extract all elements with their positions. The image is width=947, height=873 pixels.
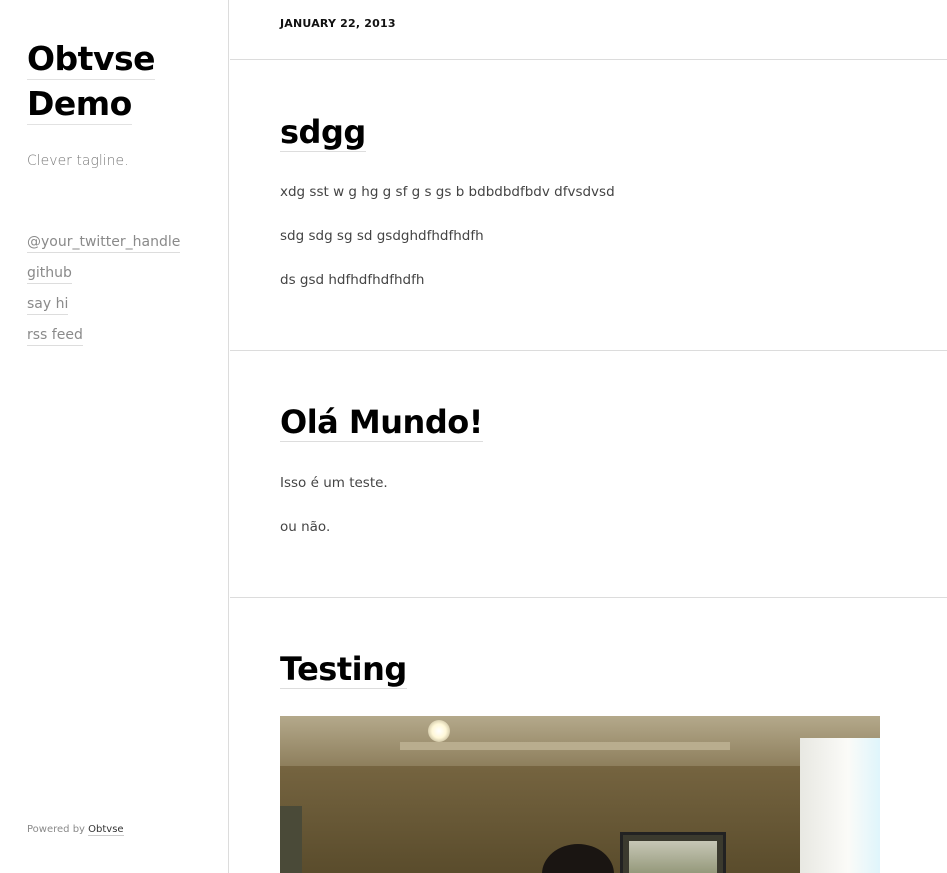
post-paragraph: Isso é um teste. bbox=[280, 475, 388, 491]
post-date: JANUARY 22, 2013 bbox=[280, 17, 396, 30]
sidebar-link-item: github bbox=[27, 262, 180, 293]
post-divider bbox=[230, 597, 947, 598]
photo-right-wall bbox=[800, 738, 880, 873]
post-title[interactable]: Olá Mundo! bbox=[280, 402, 483, 442]
site-tagline: Clever tagline. bbox=[27, 153, 129, 169]
post-photo bbox=[280, 716, 880, 873]
rss-feed-link[interactable]: rss feed bbox=[27, 327, 83, 346]
post-title[interactable]: Testing bbox=[280, 649, 407, 689]
photo-left-door bbox=[280, 806, 302, 873]
post-divider bbox=[230, 350, 947, 351]
page: Obtvse Demo Clever tagline. @your_twitte… bbox=[0, 0, 947, 873]
photo-beam bbox=[400, 742, 730, 750]
sidebar-link-item: say hi bbox=[27, 293, 180, 324]
sidebar-link-item: @your_twitter_handle bbox=[27, 231, 181, 262]
post-paragraph: ou não. bbox=[280, 519, 331, 535]
site-title[interactable]: Obtvse Demo bbox=[27, 36, 217, 126]
obtvse-link[interactable]: Obtvse bbox=[88, 824, 124, 836]
post-title[interactable]: sdgg bbox=[280, 112, 366, 152]
sidebar: Obtvse Demo Clever tagline. @your_twitte… bbox=[0, 0, 229, 873]
post-paragraph: ds gsd hdfhdfhdfhdfh bbox=[280, 272, 425, 288]
github-link[interactable]: github bbox=[27, 265, 72, 284]
photo-lamp bbox=[428, 720, 450, 742]
powered-by-label: Powered by bbox=[27, 824, 85, 835]
post-paragraph: sdg sdg sg sd gsdghdfhdfhdfh bbox=[280, 228, 484, 244]
photo-ceiling bbox=[280, 716, 880, 766]
main-content: JANUARY 22, 2013 sdgg xdg sst w g hg g s… bbox=[230, 0, 947, 873]
photo-person-head bbox=[542, 844, 614, 873]
date-header: JANUARY 22, 2013 bbox=[230, 0, 947, 60]
post-paragraph: xdg sst w g hg g sf g s gs b bdbdbdfbdv … bbox=[280, 184, 615, 200]
photo-picture-frame bbox=[620, 832, 726, 873]
twitter-link[interactable]: @your_twitter_handle bbox=[27, 234, 181, 253]
sidebar-links: @your_twitter_handle github say hi rss f… bbox=[27, 231, 181, 355]
sidebar-link-item: rss feed bbox=[27, 324, 180, 355]
say-hi-link[interactable]: say hi bbox=[27, 296, 69, 315]
powered-by: Powered by Obtvse bbox=[27, 824, 124, 836]
